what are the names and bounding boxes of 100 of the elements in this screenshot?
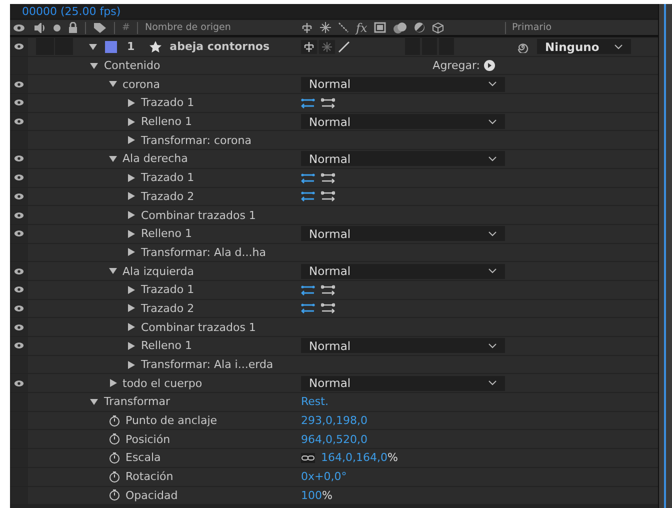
blend-mode-dropdown[interactable]: Normal [301,264,505,279]
eye-icon[interactable] [14,99,24,106]
property-row[interactable]: Transformar Rest. [10,392,658,411]
twirl-triangle-icon[interactable] [127,136,135,144]
stopwatch-icon[interactable] [108,452,120,464]
slash-icon[interactable] [337,40,351,54]
path-direction-icon[interactable] [321,96,335,109]
twirl-triangle-icon[interactable] [127,230,135,238]
path-direction-icon[interactable] [301,172,315,184]
eye-icon[interactable] [14,43,24,50]
layer-color-label[interactable] [105,40,117,53]
twirl-triangle-icon[interactable] [90,62,98,70]
stopwatch-icon[interactable] [108,433,120,446]
blur-circles-icon[interactable] [393,22,408,34]
eye-icon[interactable] [14,118,24,126]
twirl-triangle-icon[interactable] [127,342,135,350]
twirl-triangle-icon[interactable] [127,323,135,332]
eye-icon[interactable] [14,174,24,182]
twirl-triangle-icon[interactable] [127,174,135,182]
timecode[interactable]: 00000 (25.00 fps) [22,4,121,18]
twirl-triangle-icon[interactable] [127,360,135,369]
property-value[interactable]: 0x+0,0° [301,470,347,484]
blend-mode-dropdown[interactable]: Normal [301,338,505,354]
property-row[interactable]: Opacidad 100% [10,486,658,504]
eye-icon[interactable] [14,268,24,275]
layer-name[interactable]: abeja contornos [170,40,270,54]
eye-icon[interactable] [14,230,24,238]
twirl-triangle-icon[interactable] [108,154,116,163]
twirl-triangle-icon[interactable] [127,248,135,256]
twirl-triangle-icon[interactable] [108,379,116,388]
eye-icon[interactable] [14,286,24,294]
tag-icon[interactable] [93,22,107,34]
twirl-triangle-icon[interactable] [127,98,135,107]
twirl-triangle-icon[interactable] [89,42,97,51]
eye-icon[interactable] [14,192,24,200]
eye-icon[interactable] [14,380,24,387]
speaker-icon[interactable] [34,22,46,32]
property-row[interactable]: Trazado 2 [10,298,658,318]
eye-icon[interactable] [14,80,24,88]
eye-icon[interactable] [14,304,24,312]
path-direction-icon[interactable] [301,96,315,109]
chain-link-icon[interactable] [301,452,315,463]
path-direction-icon[interactable] [301,302,315,314]
path-direction-icon[interactable] [321,284,335,296]
stopwatch-icon[interactable] [108,470,120,483]
twirl-triangle-icon[interactable] [127,304,135,312]
twirl-triangle-icon[interactable] [127,192,135,200]
property-row[interactable]: Combinar trazados 1 [10,317,658,336]
twirl-triangle-icon[interactable] [127,211,135,220]
property-row[interactable]: Trazado 1 [10,168,658,186]
cube-icon[interactable] [432,22,444,34]
property-row[interactable]: Transformar: corona [10,130,658,150]
twirl-triangle-icon[interactable] [108,80,116,88]
path-direction-icon[interactable] [321,302,335,314]
property-row[interactable]: Relleno 1 Normal [10,112,658,130]
path-direction-icon[interactable] [301,284,315,296]
blend-mode-dropdown[interactable]: Normal [301,151,505,166]
property-row[interactable]: Ala derecha Normal [10,149,658,168]
eye-icon[interactable] [13,24,25,32]
property-row[interactable]: Trazado 1 [10,93,658,112]
property-row[interactable]: Transformar: Ala i...erda [10,354,658,374]
layer-row[interactable]: 1 abeja contornos Ninguno [10,37,658,56]
property-row[interactable]: Posición 964,0,520,0 [10,429,658,448]
property-row[interactable]: Transformar: Ala d...ha [10,242,658,262]
path-direction-icon[interactable] [301,190,315,202]
stopwatch-icon[interactable] [108,489,120,502]
twirl-triangle-icon[interactable] [127,286,135,294]
property-row[interactable]: Contenido Agregar: [10,56,658,74]
blend-mode-dropdown[interactable]: Normal [301,114,505,130]
lock-icon[interactable] [68,22,78,33]
property-row[interactable]: Trazado 2 [10,186,658,206]
twirl-triangle-icon[interactable] [90,398,98,406]
property-value[interactable]: 100% [301,488,332,502]
path-direction-icon[interactable] [321,172,335,184]
twirl-triangle-icon[interactable] [108,267,116,276]
property-row[interactable]: todo el cuerpo Normal [10,373,658,392]
property-row[interactable]: Escala 164,0,164,0% [10,448,658,467]
effects-column-header[interactable]: fx [356,20,368,34]
slash-icon[interactable] [338,22,349,33]
blend-mode-dropdown[interactable]: Normal [301,226,505,242]
property-row[interactable]: Combinar trazados 1 [10,205,658,224]
twirl-triangle-icon[interactable] [127,118,135,126]
half-circle-icon[interactable] [414,22,426,33]
property-row[interactable]: Rotación 0x+0,0° [10,466,658,486]
blend-mode-dropdown[interactable]: Normal [301,76,505,92]
eye-icon[interactable] [14,155,24,162]
property-value[interactable]: 964,0,520,0 [301,432,368,446]
eye-icon[interactable] [14,324,24,331]
path-direction-icon[interactable] [321,190,335,202]
solo-dot-icon[interactable] [53,24,61,32]
property-row[interactable]: corona Normal [10,74,658,94]
stopwatch-icon[interactable] [108,414,120,427]
property-value[interactable]: 164,0,164,0% [321,451,398,464]
spiral-icon[interactable] [517,40,529,53]
blend-mode-dropdown[interactable]: Normal [301,376,505,391]
property-row[interactable]: Trazado 1 [10,280,658,299]
eye-icon[interactable] [14,342,24,350]
parent-dropdown[interactable]: Ninguno [537,39,631,54]
property-row[interactable]: Relleno 1 Normal [10,336,658,355]
source-name-header[interactable]: Nombre de origen [144,22,231,33]
